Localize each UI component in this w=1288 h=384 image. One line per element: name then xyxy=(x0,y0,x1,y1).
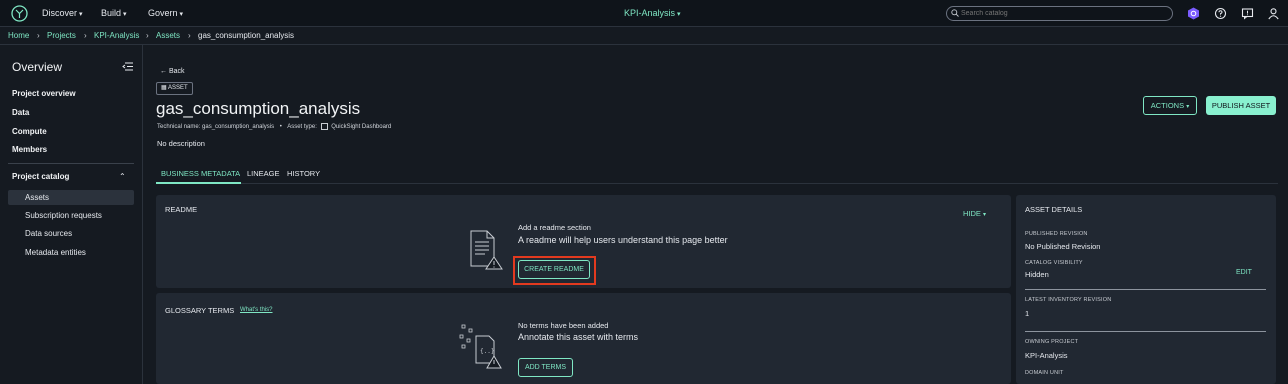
catalog-visibility-label: CATALOG VISIBILITY xyxy=(1025,260,1083,266)
breadcrumb-separator: › xyxy=(146,31,149,40)
sidebar: Overview Project overview Data Compute M… xyxy=(0,45,143,384)
amazon-q-icon[interactable] xyxy=(1187,7,1200,20)
sidebar-title: Overview xyxy=(12,60,63,74)
active-tab-indicator xyxy=(156,182,241,184)
breadcrumb-assets[interactable]: Assets xyxy=(156,31,180,40)
nav-build[interactable]: Build ▾ xyxy=(101,8,127,18)
sidebar-item-assets[interactable]: Assets xyxy=(25,193,49,202)
breadcrumb-separator: › xyxy=(188,31,191,40)
arrow-left-icon: ← xyxy=(160,68,167,75)
readme-prompt: Add a readme section xyxy=(518,223,591,232)
sidebar-item-members[interactable]: Members xyxy=(12,145,47,154)
sidebar-divider xyxy=(8,163,134,164)
tab-history[interactable]: HISTORY xyxy=(287,169,320,178)
edit-visibility-button[interactable]: EDIT xyxy=(1236,269,1252,276)
page-title: gas_consumption_analysis xyxy=(156,99,361,118)
breadcrumb-home[interactable]: Home xyxy=(8,31,29,40)
published-revision-value: No Published Revision xyxy=(1025,242,1101,251)
notifications-icon[interactable] xyxy=(1241,7,1254,20)
glossary-hint: Annotate this asset with terms xyxy=(518,332,639,342)
sidebar-item-metadata-entities[interactable]: Metadata entities xyxy=(25,248,86,257)
details-divider xyxy=(1025,331,1266,332)
sidebar-item-compute[interactable]: Compute xyxy=(12,127,47,136)
glossary-empty-text: No terms have been added xyxy=(518,321,609,330)
sidebar-item-data-sources[interactable]: Data sources xyxy=(25,229,72,238)
published-revision-label: PUBLISHED REVISION xyxy=(1025,231,1088,237)
glossary-terms-icon: {..} xyxy=(459,324,502,369)
asset-description: No description xyxy=(157,139,205,148)
readme-heading: README xyxy=(165,205,198,214)
sidebar-item-project-overview[interactable]: Project overview xyxy=(12,89,76,98)
help-icon[interactable] xyxy=(1214,7,1227,20)
user-profile-icon[interactable] xyxy=(1267,7,1280,20)
catalog-visibility-value: Hidden xyxy=(1025,270,1049,279)
sidebar-section-project-catalog[interactable]: Project catalog xyxy=(12,172,69,181)
hide-readme-button[interactable]: HIDE ▾ xyxy=(963,209,986,218)
breadcrumb: Home › Projects › KPI-Analysis › Assets … xyxy=(0,27,1288,45)
breadcrumb-kpi-analysis[interactable]: KPI-Analysis xyxy=(94,31,139,40)
whats-this-link[interactable]: What's this? xyxy=(240,307,273,313)
tab-lineage[interactable]: LINEAGE xyxy=(247,169,280,178)
breadcrumb-separator: › xyxy=(84,31,87,40)
asset-meta-line: Technical name: gas_consumption_analysis… xyxy=(157,123,392,131)
domain-unit-label: DOMAIN UNIT xyxy=(1025,370,1064,376)
sidebar-item-data[interactable]: Data xyxy=(12,108,29,117)
search-icon xyxy=(951,9,959,17)
document-warning-icon xyxy=(470,230,503,270)
asset-tabs: BUSINESS METADATA LINEAGE HISTORY xyxy=(156,164,1278,184)
owning-project-label: OWNING PROJECT xyxy=(1025,339,1079,345)
inventory-revision-label: LATEST INVENTORY REVISION xyxy=(1025,297,1112,303)
glossary-heading: GLOSSARY TERMS xyxy=(165,306,235,315)
top-navigation-bar: Discover ▾ Build ▾ Govern ▾ KPI-Analysis ▾ xyxy=(0,0,1288,27)
highlight-box xyxy=(513,256,596,285)
breadcrumb-projects[interactable]: Projects xyxy=(47,31,76,40)
back-link[interactable]: ← Back xyxy=(160,68,185,75)
actions-button[interactable]: ACTIONS ▾ xyxy=(1143,96,1197,115)
breadcrumb-separator: › xyxy=(37,31,40,40)
project-switcher[interactable]: KPI-Analysis ▾ xyxy=(624,8,681,18)
sidebar-item-subscription-requests[interactable]: Subscription requests xyxy=(25,211,102,220)
tab-business-metadata[interactable]: BUSINESS METADATA xyxy=(161,169,240,178)
asset-details-heading: ASSET DETAILS xyxy=(1025,205,1083,214)
table-icon: ▦ xyxy=(161,85,167,91)
asset-type-tag: ▦ ASSET xyxy=(156,82,193,95)
details-divider xyxy=(1025,289,1266,290)
app-logo-icon[interactable] xyxy=(11,5,28,22)
owning-project-value: KPI-Analysis xyxy=(1025,351,1068,360)
search-catalog-input[interactable] xyxy=(946,6,1173,21)
publish-asset-button[interactable]: PUBLISH ASSET xyxy=(1206,96,1276,115)
collapse-sidebar-icon[interactable] xyxy=(122,62,133,71)
quicksight-icon xyxy=(320,123,328,130)
breadcrumb-current: gas_consumption_analysis xyxy=(198,31,295,40)
chevron-up-icon[interactable]: ⌃ xyxy=(119,172,126,181)
svg-text:{..}: {..} xyxy=(480,348,494,355)
readme-hint: A readme will help users understand this… xyxy=(518,235,728,245)
nav-discover[interactable]: Discover ▾ xyxy=(42,8,83,18)
nav-govern[interactable]: Govern ▾ xyxy=(148,8,183,18)
add-terms-button[interactable]: ADD TERMS xyxy=(518,358,573,377)
inventory-revision-value: 1 xyxy=(1025,309,1030,318)
